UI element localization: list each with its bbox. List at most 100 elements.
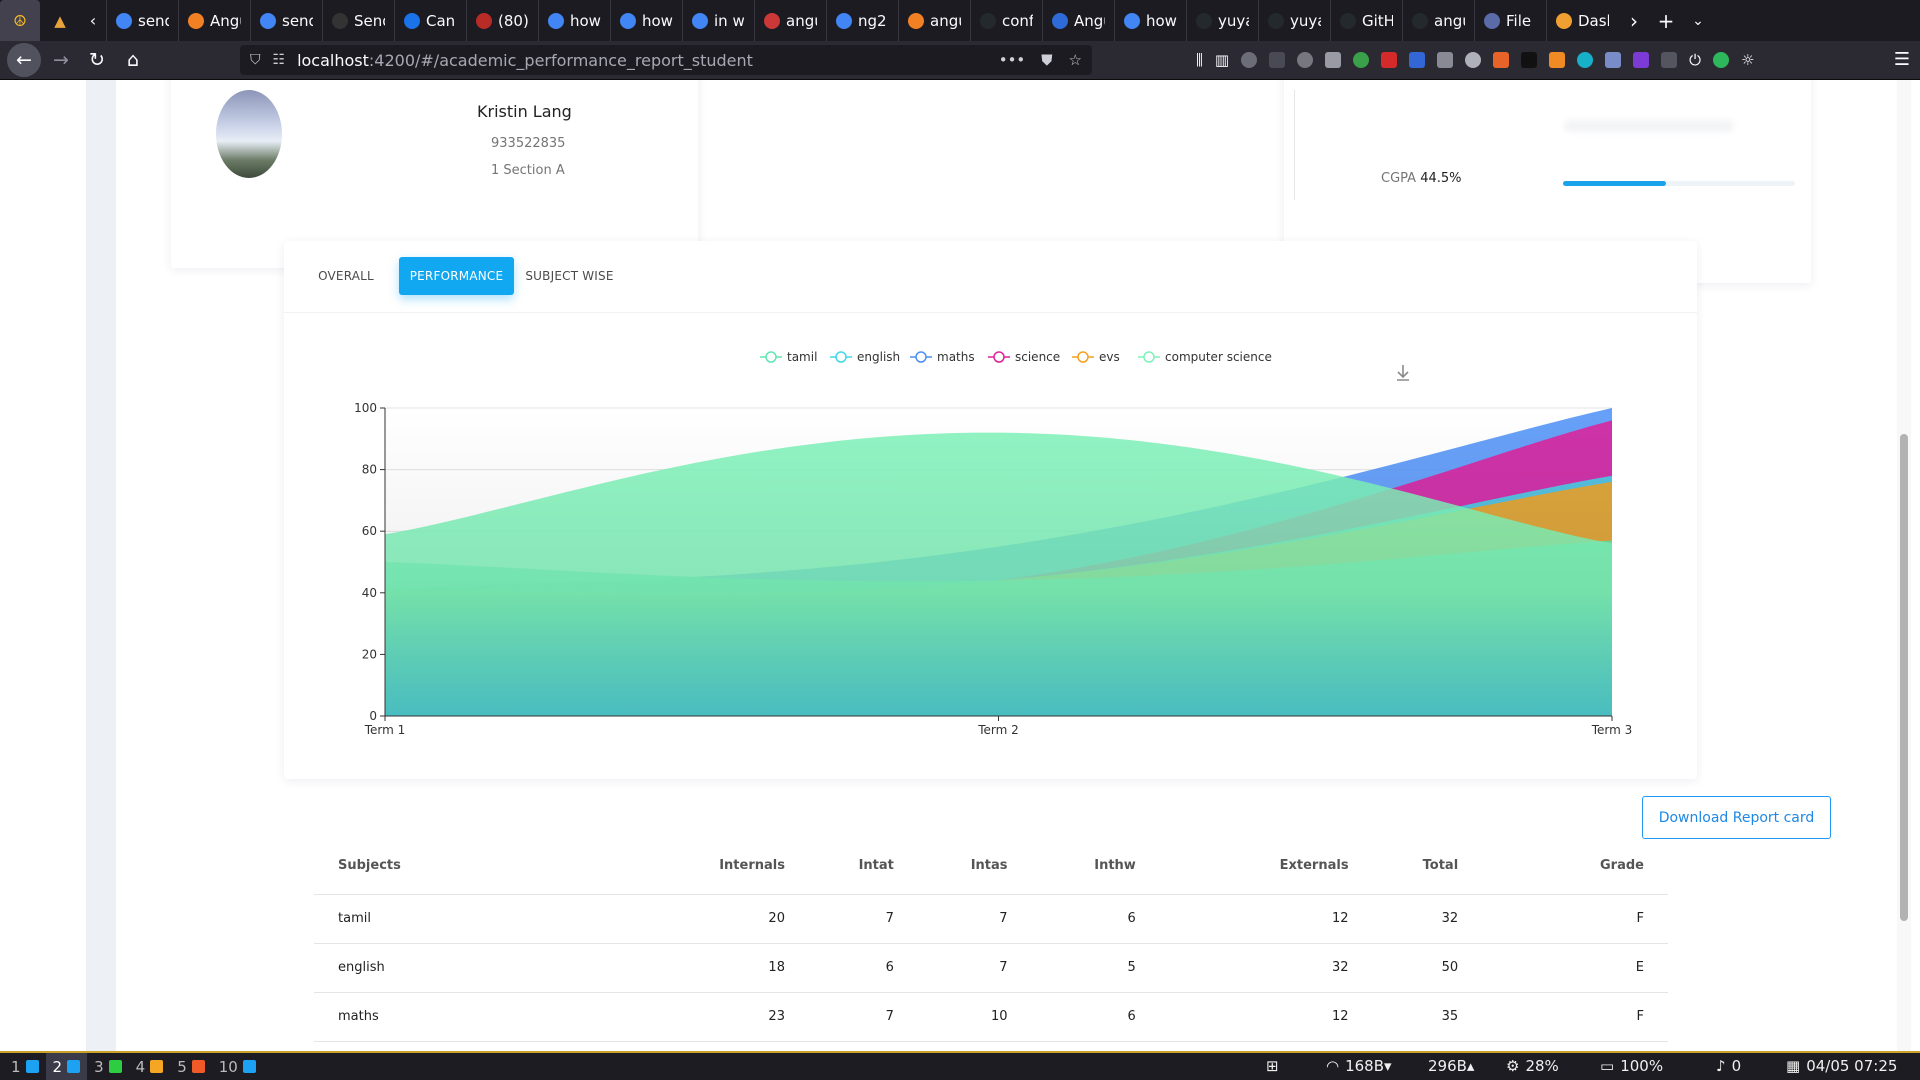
browser-tab[interactable]: angu [1402, 0, 1474, 41]
extension-purple-icon[interactable] [1633, 52, 1650, 68]
cpu-status[interactable]: ⚙ 28% [1506, 1057, 1559, 1075]
library-icon[interactable]: ⫼ [1196, 51, 1203, 69]
legend-item-english[interactable]: english [830, 350, 900, 364]
browser-tab-title: Send [354, 11, 385, 30]
y-tick-label: 40 [362, 586, 377, 600]
add-button[interactable]: ⊞ [1266, 1057, 1279, 1075]
page-actions-icon[interactable]: ••• [999, 51, 1026, 69]
workspace-button[interactable]: 5 [170, 1053, 212, 1080]
student-id: 933522835 [491, 136, 566, 151]
forward-button[interactable]: → [45, 44, 77, 76]
app-menu-button[interactable]: ☰ [1894, 49, 1910, 70]
table-cell: 7 [893, 894, 1008, 944]
browser-tab[interactable]: how [610, 0, 682, 41]
wifi-status[interactable]: ◠ 168B▾ [1326, 1057, 1392, 1075]
extension-b-icon[interactable] [1241, 52, 1258, 68]
sidebar-icon[interactable]: ▥ [1215, 51, 1229, 69]
page-scrollbar-thumb[interactable] [1900, 434, 1908, 921]
legend-item-tamil[interactable]: tamil [760, 350, 817, 364]
tab-subject-wise[interactable]: SUBJECT WISE [522, 257, 617, 295]
workspace-button[interactable]: 2 [45, 1053, 88, 1080]
browser-tab[interactable]: send [106, 0, 178, 41]
y-tick-label: 100 [354, 401, 377, 415]
browser-tab[interactable]: GitH [1330, 0, 1402, 41]
home-button[interactable]: ⌂ [117, 44, 149, 76]
student-name: Kristin Lang [477, 102, 572, 121]
pinned-tab[interactable]: ▲ [40, 0, 80, 41]
extension-lock-icon[interactable] [1381, 52, 1398, 68]
tab-overall[interactable]: OVERALL [306, 257, 386, 295]
browser-tab[interactable]: File [1474, 0, 1546, 41]
workspace-button[interactable]: 4 [129, 1053, 171, 1080]
column-header: Subjects [314, 838, 583, 895]
extension-glasses-icon[interactable] [1269, 52, 1286, 68]
legend-item-science[interactable]: science [988, 350, 1060, 364]
dev-icon [332, 12, 348, 29]
extension-square-icon[interactable] [1325, 52, 1342, 68]
lightbulb-icon[interactable]: ☼ [1741, 51, 1754, 69]
new-tab-button[interactable]: + [1650, 0, 1682, 41]
extension-badge-icon[interactable] [1409, 52, 1426, 68]
browser-tab[interactable]: Angu [1042, 0, 1114, 41]
table-cell: 10 [893, 992, 1008, 1042]
legend-item-computer-science[interactable]: computer science [1138, 350, 1272, 364]
clock[interactable]: ▦ 04/05 07:25 [1786, 1057, 1897, 1075]
extension-tracking-icon[interactable] [1437, 52, 1454, 68]
browser-tab[interactable]: Dasl [1546, 0, 1618, 41]
plot-base-tint [385, 592, 1612, 716]
power-icon[interactable]: ⏻ [1689, 51, 1701, 69]
legend-item-maths[interactable]: maths [910, 350, 975, 364]
legend-item-evs[interactable]: evs [1072, 350, 1120, 364]
scroll-tabs-right-button[interactable]: › [1618, 0, 1650, 41]
tab-performance[interactable]: PERFORMANCE [399, 257, 514, 295]
y-tick-label: 60 [362, 524, 377, 538]
browser-tab[interactable]: ng2 [826, 0, 898, 41]
net-up-status: 296B▴ [1428, 1057, 1474, 1075]
extension-grey-icon[interactable] [1661, 52, 1678, 68]
browser-tab[interactable]: angu [898, 0, 970, 41]
browser-tab[interactable]: Angu [178, 0, 250, 41]
table-cell: F [1458, 992, 1668, 1042]
browser-tab[interactable]: yuya [1258, 0, 1330, 41]
extension-circle-icon[interactable] [1297, 52, 1314, 68]
net-up: 296B▴ [1428, 1057, 1475, 1075]
scroll-tabs-left-button[interactable]: ‹ [80, 0, 106, 41]
download-report-card-button[interactable]: Download Report card [1642, 796, 1831, 839]
table-cell: 12 [1135, 894, 1349, 944]
pinned-tab-active[interactable]: ☮ [0, 0, 40, 41]
bookmark-star-icon[interactable]: ☆ [1069, 51, 1082, 69]
cpu-usage: 28% [1525, 1057, 1559, 1075]
reload-button[interactable]: ↻ [81, 44, 113, 76]
extension-pen-icon[interactable] [1605, 52, 1622, 68]
extension-gear-icon[interactable] [1465, 52, 1482, 68]
browser-tab[interactable]: (80) [466, 0, 538, 41]
extension-fox-icon[interactable] [1493, 52, 1510, 68]
workspace-button[interactable]: 10 [212, 1053, 263, 1080]
workspace-button[interactable]: 1 [4, 1053, 46, 1080]
browser-tab[interactable]: Can [394, 0, 466, 41]
notification-status[interactable]: ♪ 0 [1716, 1057, 1741, 1075]
browser-tab[interactable]: how [1114, 0, 1186, 41]
browser-tab[interactable]: in wi [682, 0, 754, 41]
url-bar[interactable]: ⛉ ☷ localhost:4200/#/academic_performanc… [240, 45, 1092, 75]
extension-green-icon[interactable] [1353, 52, 1370, 68]
extension-brush-icon[interactable] [1549, 52, 1566, 68]
google-icon [836, 12, 852, 29]
browser-tab[interactable]: yuya [1186, 0, 1258, 41]
browser-tab[interactable]: angu [754, 0, 826, 41]
extension-lock-dark-icon[interactable] [1521, 52, 1538, 68]
browser-tab[interactable]: send [250, 0, 322, 41]
chart-download-icon[interactable] [1397, 365, 1409, 381]
extension-cyan-icon[interactable] [1577, 52, 1594, 68]
battery-status[interactable]: ▭ 100% [1600, 1057, 1663, 1075]
browser-tab[interactable]: conf [970, 0, 1042, 41]
column-header: Intat [784, 838, 894, 895]
browser-tab[interactable]: Send [322, 0, 394, 41]
workspace-button[interactable]: 3 [87, 1053, 129, 1080]
back-button[interactable]: ← [7, 43, 41, 77]
list-all-tabs-button[interactable]: ⌄ [1682, 0, 1714, 41]
browser-tab[interactable]: how [538, 0, 610, 41]
pocket-icon[interactable]: ⛊ [1041, 51, 1052, 69]
workspace-list: 1 2 3 4 5 10 [4, 1053, 263, 1080]
extension-sync-icon[interactable] [1712, 52, 1729, 68]
